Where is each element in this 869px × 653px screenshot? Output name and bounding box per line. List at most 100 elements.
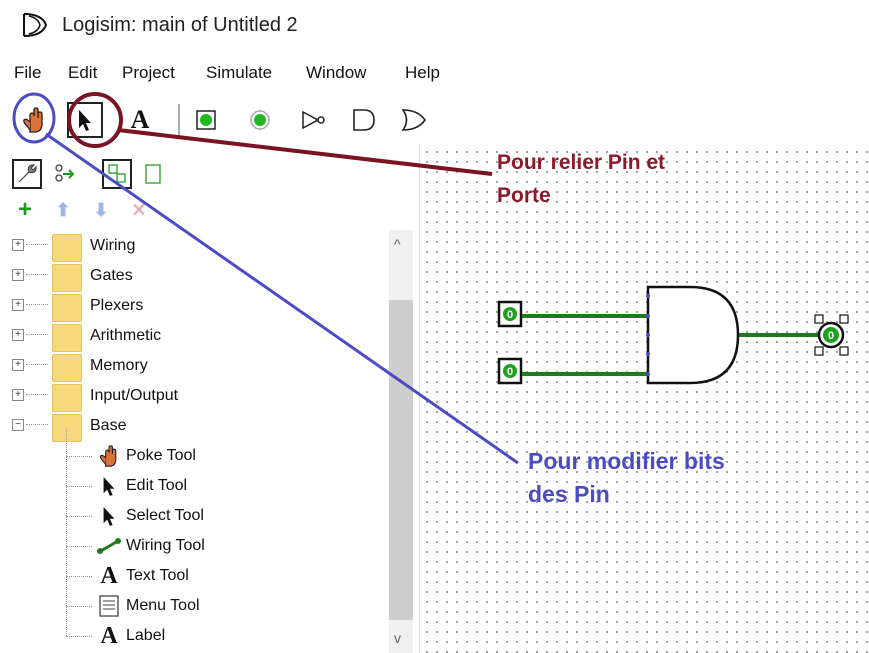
input-pin-button[interactable] [188, 102, 224, 138]
toolbar-separator [178, 104, 180, 136]
tree-folder-label: Memory [90, 357, 148, 374]
tree-connector [26, 334, 48, 335]
menu-file[interactable]: File [14, 63, 41, 83]
explorer-panel: + ⬆ ⬇ ✕ + Wiring + Gates + Plexers + Arithmetic… [0, 145, 413, 653]
input-pin-icon [196, 110, 216, 130]
tree-tool-label: Wiring Tool [126, 537, 205, 554]
folder-icon [52, 264, 82, 292]
folder-icon [52, 354, 82, 382]
scroll-down-icon[interactable]: v [394, 630, 401, 646]
folder-icon [52, 384, 82, 412]
tree-connector [26, 394, 48, 395]
menu-bar: File Edit Project Simulate Window Help [0, 58, 869, 88]
tree-folder-input-output[interactable]: + Input/Output [8, 381, 383, 412]
output-pin[interactable]: 0 [814, 314, 849, 356]
tree-folder-base[interactable]: − Base [8, 411, 383, 442]
tree-folder-gates[interactable]: + Gates [8, 261, 383, 292]
circuit-appearance-button[interactable] [138, 159, 168, 189]
circuit-canvas[interactable]: 0 0 0 [419, 144, 869, 653]
menu-help[interactable]: Help [405, 63, 440, 83]
tree-folder-label: Wiring [90, 237, 136, 254]
remove-circuit-button[interactable]: ✕ [124, 195, 154, 225]
tree-connector [26, 244, 48, 245]
hand-icon [96, 444, 122, 468]
selection-handle[interactable] [814, 346, 824, 356]
tree-folder-arithmetic[interactable]: + Arithmetic [8, 321, 383, 352]
tree-tool-label: Poke Tool [126, 447, 196, 464]
input-pin-2[interactable]: 0 [497, 357, 523, 385]
edit-tool-button[interactable] [67, 102, 103, 138]
folder-icon [52, 294, 82, 322]
tree-tool-wiring-tool[interactable]: Wiring Tool [8, 515, 383, 561]
expander-icon[interactable]: + [12, 389, 24, 401]
tree-connector [66, 545, 67, 576]
scroll-up-icon[interactable]: ^ [394, 236, 401, 252]
expander-icon[interactable]: + [12, 359, 24, 371]
and-gate[interactable] [646, 285, 740, 385]
scrollbar-thumb[interactable] [389, 300, 413, 620]
tree-tool-label[interactable]: A Label [8, 605, 383, 651]
menu-project[interactable]: Project [122, 63, 175, 83]
tree-connector [66, 636, 92, 637]
text-tool-button[interactable]: A [122, 102, 158, 138]
tree-tool-text-tool[interactable]: A Text Tool [8, 545, 383, 591]
not-gate-icon [302, 110, 325, 130]
tree-folder-memory[interactable]: + Memory [8, 351, 383, 382]
tree-tool-poke-tool[interactable]: Poke Tool [8, 429, 383, 471]
tree-connector [26, 274, 48, 275]
move-down-button[interactable]: ⬇ [86, 195, 116, 225]
appearance-icon [145, 164, 161, 184]
tree-folder-label: Plexers [90, 297, 144, 314]
selection-handle[interactable] [839, 346, 849, 356]
layout-icon [108, 164, 126, 183]
menu-icon [96, 594, 122, 618]
add-circuit-button[interactable]: + [10, 195, 40, 225]
expander-icon[interactable]: + [12, 239, 24, 251]
selection-handle[interactable] [814, 314, 824, 324]
tree-folder-plexers[interactable]: + Plexers [8, 291, 383, 322]
tree-connector [26, 424, 48, 425]
and-gate-icon [353, 109, 375, 131]
tree-folder-label: Input/Output [90, 387, 179, 404]
simulation-tree-icon [55, 164, 75, 182]
expander-icon[interactable]: + [12, 269, 24, 281]
folder-icon [52, 324, 82, 352]
circuit-layout-button[interactable] [102, 159, 132, 189]
selection-handle[interactable] [839, 314, 849, 324]
text-a-icon: A [100, 623, 118, 649]
and-gate-button[interactable] [346, 102, 382, 138]
arrow-icon [79, 110, 91, 131]
tree-tool-select-tool[interactable]: Select Tool [8, 485, 383, 531]
annotation-connect-text-2: Porte [497, 184, 551, 207]
annotation-modify-text-1: Pour modifier bits [528, 448, 725, 474]
toolbox-view-button[interactable] [12, 159, 42, 189]
or-gate-button[interactable] [396, 102, 432, 138]
simulation-view-button[interactable] [50, 159, 80, 189]
output-pin-button[interactable] [242, 102, 278, 138]
tree-connector [66, 515, 67, 546]
main-toolbar: A [0, 96, 869, 144]
menu-simulate[interactable]: Simulate [206, 63, 272, 83]
poke-tool-button[interactable] [16, 102, 52, 138]
down-arrow-icon: ⬇ [93, 199, 109, 220]
tree-folder-label: Base [90, 417, 127, 434]
text-a-icon: A [100, 563, 118, 589]
menu-window[interactable]: Window [306, 63, 366, 83]
not-gate-button[interactable] [296, 102, 332, 138]
tree-connector [66, 575, 67, 606]
or-gate-icon [401, 109, 426, 131]
annotation-connect-text-1: Pour relier Pin et [497, 151, 666, 174]
menu-edit[interactable]: Edit [68, 63, 97, 83]
expander-icon[interactable]: + [12, 299, 24, 311]
expander-icon[interactable]: − [12, 419, 24, 431]
expander-icon[interactable]: + [12, 329, 24, 341]
move-up-button[interactable]: ⬆ [48, 195, 78, 225]
input-pin-1[interactable]: 0 [497, 300, 523, 328]
input-pin-1-value: 0 [507, 309, 513, 321]
tree-folder-wiring[interactable]: + Wiring [8, 231, 383, 262]
hand-icon [23, 107, 43, 133]
arrow-icon [96, 474, 122, 498]
tree-tool-edit-tool[interactable]: Edit Tool [8, 455, 383, 501]
tree-tool-menu-tool[interactable]: Menu Tool [8, 575, 383, 621]
output-pin-icon [250, 110, 270, 130]
